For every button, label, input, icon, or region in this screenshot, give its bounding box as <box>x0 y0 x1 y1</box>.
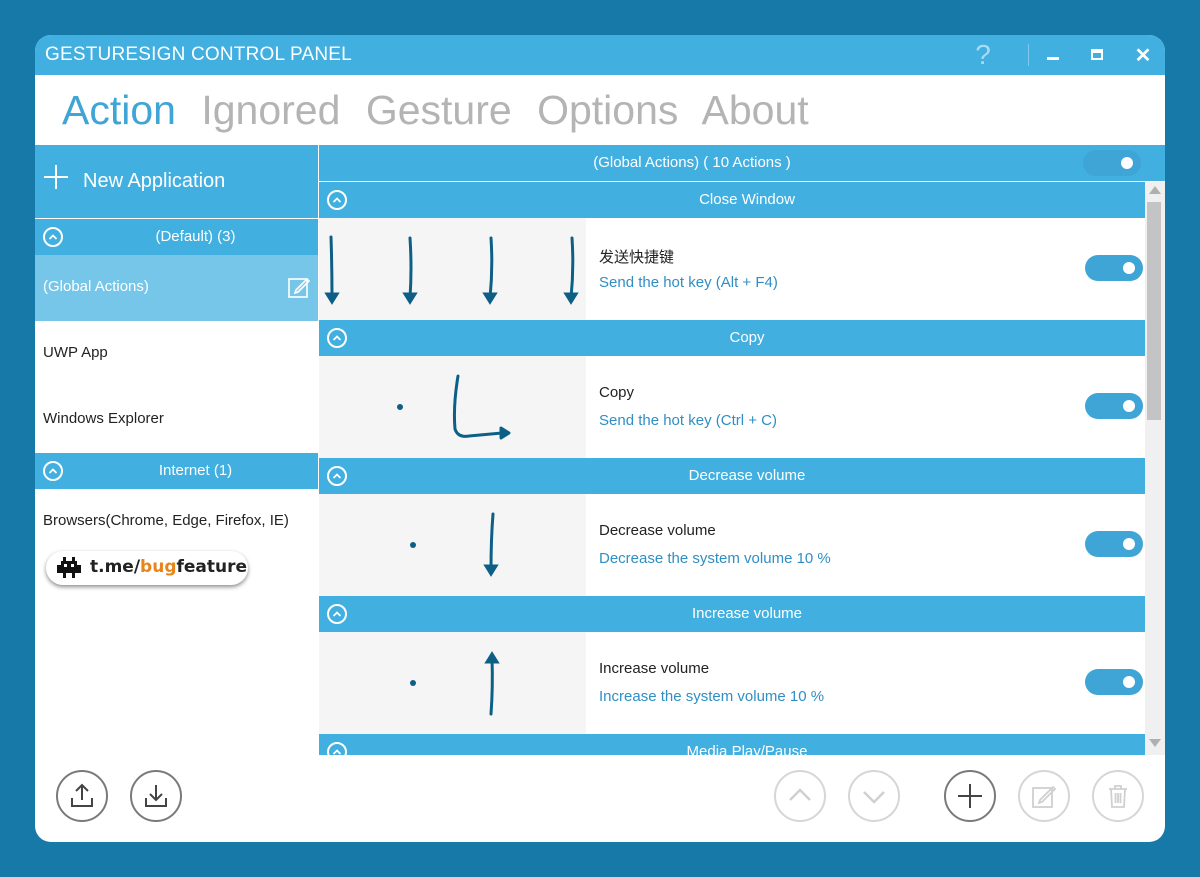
app-item-windows-explorer[interactable]: Windows Explorer <box>35 387 318 453</box>
edit-icon <box>1032 785 1057 808</box>
action-header-label: Decrease volume <box>688 467 806 484</box>
move-up-icon <box>789 788 811 801</box>
titlebar-divider <box>1028 44 1029 66</box>
action-name: Copy <box>599 384 635 401</box>
move-up-button[interactable] <box>774 770 826 822</box>
tab-options[interactable]: Options <box>537 87 678 133</box>
action-header-copy[interactable]: Copy <box>319 320 1145 356</box>
action-description: Increase the system volume 10 % <box>599 688 825 705</box>
action-enable-toggle[interactable] <box>1085 669 1143 695</box>
edit-icon[interactable] <box>287 275 311 299</box>
group-header-internet[interactable]: Internet (1) <box>35 453 318 489</box>
gesture-dot-up <box>410 651 500 716</box>
title-bar[interactable]: GESTURESIGN CONTROL PANEL ? ✕ <box>35 35 1165 75</box>
action-name: Increase volume <box>599 660 710 677</box>
gesture-four-down-strokes <box>324 235 579 305</box>
action-row[interactable]: Increase volume Increase the system volu… <box>319 632 1145 734</box>
edit-action-button[interactable] <box>1018 770 1070 822</box>
app-item-uwp[interactable]: UWP App <box>35 321 318 387</box>
delete-action-button[interactable] <box>1092 770 1144 822</box>
action-header-increase-volume[interactable]: Increase volume <box>319 596 1145 632</box>
action-header-close-window[interactable]: Close Window <box>319 182 1145 218</box>
app-item-label: Windows Explorer <box>43 410 164 427</box>
action-description: Send the hot key (Ctrl + C) <box>599 412 777 429</box>
bug-icon <box>57 557 81 578</box>
action-row[interactable]: Decrease volume Decrease the system volu… <box>319 494 1145 596</box>
actions-panel: (Global Actions) ( 10 Actions ) Close Wi… <box>319 145 1165 755</box>
tab-action[interactable]: Action <box>62 87 176 133</box>
move-down-button[interactable] <box>848 770 900 822</box>
action-header-media-play-pause[interactable]: Media Play/Pause <box>319 734 1145 755</box>
scroll-thumb[interactable] <box>1147 202 1161 420</box>
action-row[interactable]: Copy Send the hot key (Ctrl + C) <box>319 356 1145 458</box>
action-enable-toggle[interactable] <box>1085 393 1143 419</box>
close-icon[interactable]: ✕ <box>1123 35 1163 75</box>
gesture-preview <box>319 494 586 596</box>
plus-icon <box>42 162 70 198</box>
scroll-down-icon[interactable] <box>1149 739 1161 747</box>
gesture-preview <box>319 218 586 320</box>
main-tabs: Action Ignored Gesture Options About <box>62 87 823 134</box>
global-enable-toggle[interactable] <box>1083 150 1141 176</box>
move-down-icon <box>863 791 885 804</box>
app-item-label: Browsers(Chrome, Edge, Firefox, IE) <box>43 512 289 529</box>
app-item-label: UWP App <box>43 344 108 361</box>
gesture-preview <box>319 632 586 734</box>
badge-highlight: bug <box>140 557 177 577</box>
action-header-label: Copy <box>729 329 765 346</box>
action-enable-toggle[interactable] <box>1085 255 1143 281</box>
badge-suffix: feature <box>176 557 248 577</box>
app-item-browsers[interactable]: Browsers(Chrome, Edge, Firefox, IE) <box>35 489 318 555</box>
maximize-icon[interactable] <box>1077 35 1117 75</box>
add-icon <box>958 784 982 808</box>
group-label: Internet (1) <box>158 462 233 479</box>
action-header-label: Media Play/Pause <box>686 743 808 755</box>
actions-header-title: (Global Actions) ( 10 Actions ) <box>593 154 791 171</box>
gesture-preview <box>319 356 586 458</box>
action-header-decrease-volume[interactable]: Decrease volume <box>319 458 1145 494</box>
action-description: Decrease the system volume 10 % <box>599 550 831 567</box>
action-header-label: Increase volume <box>691 605 803 622</box>
action-description: Send the hot key (Alt + F4) <box>599 274 778 291</box>
actions-scrollbar[interactable] <box>1145 182 1165 755</box>
app-item-label: (Global Actions) <box>43 278 149 295</box>
watermark-badge: t.me/bugfeature <box>46 551 248 585</box>
control-panel-window: GESTURESIGN CONTROL PANEL ? ✕ Action Ign… <box>35 35 1165 842</box>
action-name: Decrease volume <box>599 522 716 539</box>
minimize-icon[interactable] <box>1033 35 1073 75</box>
delete-icon <box>1109 785 1127 808</box>
gesture-l-shape <box>397 374 511 440</box>
actions-list[interactable]: Close Window 发送快捷键 Send the hot key (Alt… <box>319 182 1145 755</box>
badge-prefix: t.me/ <box>90 557 141 577</box>
import-icon <box>145 785 167 807</box>
help-icon[interactable]: ? <box>963 35 1003 75</box>
new-application-button[interactable]: New Application <box>35 145 318 218</box>
application-sidebar: New Application (Default) (3) (Global Ac… <box>35 145 318 735</box>
action-header-label: Close Window <box>699 191 795 208</box>
scroll-up-icon[interactable] <box>1149 186 1161 194</box>
action-enable-toggle[interactable] <box>1085 531 1143 557</box>
add-action-button[interactable] <box>944 770 996 822</box>
window-title: GESTURESIGN CONTROL PANEL <box>45 44 352 65</box>
actions-header: (Global Actions) ( 10 Actions ) <box>319 145 1165 181</box>
app-item-global-actions[interactable]: (Global Actions) <box>35 255 318 321</box>
gesture-dot-down <box>410 512 499 577</box>
tab-ignored[interactable]: Ignored <box>201 87 340 133</box>
action-row[interactable]: 发送快捷键 Send the hot key (Alt + F4) <box>319 218 1145 320</box>
export-icon <box>71 783 93 807</box>
group-label: (Default) (3) <box>155 228 236 245</box>
group-header-default[interactable]: (Default) (3) <box>35 219 318 255</box>
new-application-label: New Application <box>83 170 226 192</box>
tab-gesture[interactable]: Gesture <box>366 87 512 133</box>
import-button[interactable] <box>130 770 182 822</box>
export-button[interactable] <box>56 770 108 822</box>
action-name: 发送快捷键 <box>599 249 675 266</box>
tab-about[interactable]: About <box>702 87 809 133</box>
